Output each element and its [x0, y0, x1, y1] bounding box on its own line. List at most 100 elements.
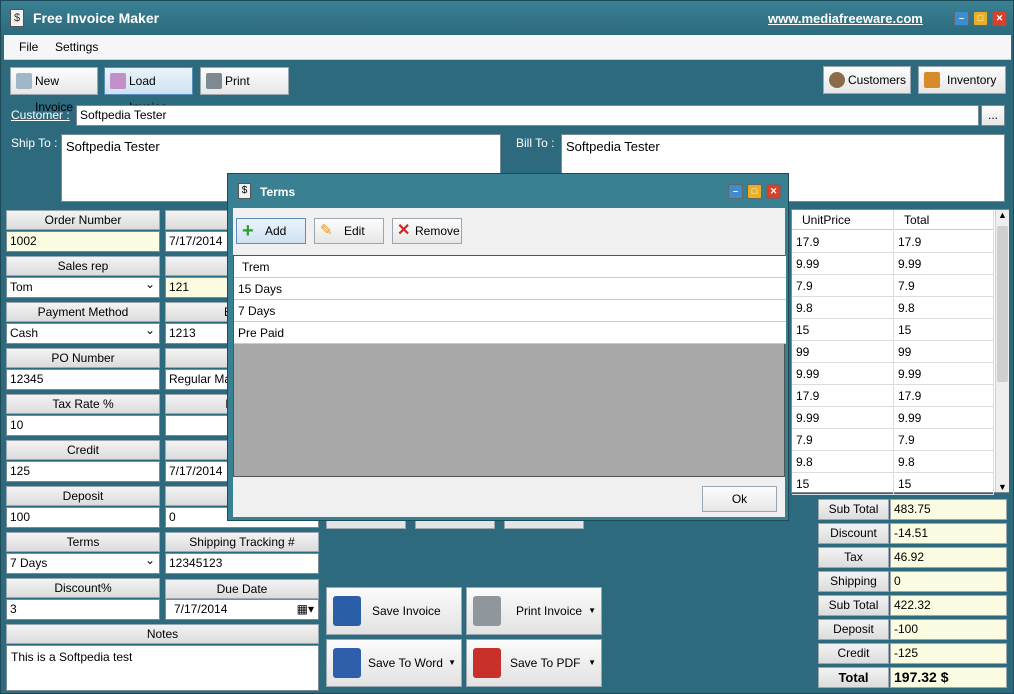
new-invoice-button[interactable]: New Invoice [10, 67, 98, 114]
print-button[interactable]: Print [200, 67, 289, 95]
scroll-up-icon[interactable]: ▲ [998, 210, 1007, 220]
grid-cell-unitprice[interactable]: 9.99 [792, 407, 894, 429]
summary-value[interactable]: -14.51 [890, 523, 1007, 544]
grid-cell-unitprice[interactable]: 9.8 [792, 451, 894, 473]
unitprice-header[interactable]: UnitPrice [792, 210, 894, 230]
customer-field[interactable]: Softpedia Tester [76, 105, 979, 126]
grid-cell-total[interactable]: 9.99 [894, 253, 994, 275]
customer-browse-button[interactable]: ... [981, 105, 1005, 126]
dialog-minimize-icon[interactable]: – [728, 184, 743, 199]
terms-list-item[interactable]: Pre Paid [234, 322, 786, 344]
grid-scrollbar[interactable]: ▲ ▼ [995, 210, 1009, 492]
sales-rep-label: Sales rep [6, 256, 160, 276]
deposit-field[interactable]: 100 [6, 507, 160, 528]
credit-label: Credit [6, 440, 160, 460]
print-label: Print [225, 74, 250, 88]
summary-value[interactable]: -125 [890, 643, 1007, 664]
print-invoice-label: Print Invoice [516, 604, 583, 618]
grid-cell-total[interactable]: 9.99 [894, 407, 994, 429]
terms-select[interactable]: 7 Days [6, 551, 160, 574]
grid-cell-unitprice[interactable]: 15 [792, 319, 894, 341]
ship-to-label: Ship To : [11, 136, 58, 150]
dialog-maximize-icon[interactable]: □ [747, 184, 762, 199]
edit-term-button[interactable]: ✎ Edit [314, 218, 384, 244]
summary-value[interactable]: 0 [890, 571, 1007, 592]
save-invoice-button[interactable]: Save Invoice [326, 587, 462, 635]
save-to-pdf-button[interactable]: Save To PDF ▼ [466, 639, 602, 687]
grid-cell-unitprice[interactable]: 9.99 [792, 363, 894, 385]
summary-label: Shipping [818, 571, 889, 592]
summary-value[interactable]: 422.32 [890, 595, 1007, 616]
grid-cell-total[interactable]: 17.9 [894, 385, 994, 407]
grid-cell-total[interactable]: 9.99 [894, 363, 994, 385]
tax-rate-field[interactable]: 10 [6, 415, 160, 436]
summary-value[interactable]: -100 [890, 619, 1007, 640]
tracking-field[interactable]: 12345123 [165, 553, 319, 574]
ok-button[interactable]: Ok [702, 486, 777, 512]
website-link[interactable]: www.mediafreeware.com [768, 11, 923, 26]
summary-value[interactable]: 197.32 $ [890, 667, 1007, 688]
remove-term-button[interactable]: ✕ Remove [392, 218, 462, 244]
sales-rep-select[interactable]: Tom [6, 275, 160, 298]
print-invoice-button[interactable]: Print Invoice ▼ [466, 587, 602, 635]
order-number-field[interactable]: 1002 [6, 231, 160, 252]
notes-field[interactable]: This is a Softpedia test [6, 645, 319, 691]
menu-settings[interactable]: Settings [55, 40, 98, 54]
terms-list-item[interactable]: 15 Days [234, 278, 786, 300]
menu-file[interactable]: File [19, 40, 38, 54]
tracking-label: Shipping Tracking # [165, 532, 319, 552]
discount-field[interactable]: 3 [6, 599, 160, 620]
summary-label: Sub Total [818, 499, 889, 520]
word-icon [333, 648, 361, 678]
grid-cell-unitprice[interactable]: 17.9 [792, 231, 894, 253]
add-term-button[interactable]: + Add [236, 218, 306, 244]
dropdown-arrow-icon[interactable]: ▼ [448, 640, 456, 686]
floppy-disk-icon [333, 596, 361, 626]
add-label: Add [265, 224, 287, 238]
dropdown-arrow-icon[interactable]: ▼ [588, 588, 596, 634]
grid-cell-total[interactable]: 9.8 [894, 297, 994, 319]
customers-button[interactable]: Customers [823, 66, 911, 94]
terms-list-item[interactable]: 7 Days [234, 300, 786, 322]
inventory-button[interactable]: Inventory [918, 66, 1006, 94]
grid-cell-unitprice[interactable]: 15 [792, 473, 894, 495]
customers-label: Customers [848, 73, 907, 87]
credit-field[interactable]: 125 [6, 461, 160, 482]
dropdown-arrow-icon[interactable]: ▼ [588, 640, 596, 686]
tax-rate-label: Tax Rate % [6, 394, 160, 414]
grid-cell-total[interactable]: 7.9 [894, 429, 994, 451]
grid-scroll-thumb[interactable] [997, 226, 1008, 382]
due-date-field[interactable]: 7/17/2014 ▦▾ [165, 599, 319, 620]
grid-cell-total[interactable]: 9.8 [894, 451, 994, 473]
customer-label[interactable]: Customer : [11, 108, 70, 122]
grid-cell-total[interactable]: 15 [894, 319, 994, 341]
title-bar[interactable]: $ Free Invoice Maker www.mediafreeware.c… [1, 1, 1013, 35]
total-header[interactable]: Total [894, 210, 994, 230]
terms-column-header[interactable]: Trem [234, 256, 786, 278]
calendar-icon[interactable]: ▦▾ [297, 600, 314, 619]
grid-cell-unitprice[interactable]: 17.9 [792, 385, 894, 407]
grid-cell-unitprice[interactable]: 7.9 [792, 429, 894, 451]
close-icon[interactable]: ✕ [992, 11, 1007, 26]
grid-cell-total[interactable]: 15 [894, 473, 994, 495]
grid-cell-total[interactable]: 99 [894, 341, 994, 363]
payment-method-select[interactable]: Cash [6, 321, 160, 344]
grid-cell-unitprice[interactable]: 99 [792, 341, 894, 363]
scroll-down-icon[interactable]: ▼ [998, 482, 1007, 492]
grid-cell-unitprice[interactable]: 7.9 [792, 275, 894, 297]
items-grid[interactable]: UnitPrice Total 17.9 17.9 9.99 9.99 7.9 7.9 9.… [791, 209, 1009, 495]
grid-cell-total[interactable]: 7.9 [894, 275, 994, 297]
grid-cell-unitprice[interactable]: 9.8 [792, 297, 894, 319]
summary-value[interactable]: 483.75 [890, 499, 1007, 520]
maximize-icon[interactable]: □ [973, 11, 988, 26]
dialog-close-icon[interactable]: ✕ [766, 184, 781, 199]
save-to-word-button[interactable]: Save To Word ▼ [326, 639, 462, 687]
terms-list[interactable]: Trem 15 Days 7 Days Pre Paid [233, 255, 786, 477]
summary-value[interactable]: 46.92 [890, 547, 1007, 568]
grid-cell-unitprice[interactable]: 9.99 [792, 253, 894, 275]
po-number-field[interactable]: 12345 [6, 369, 160, 390]
load-invoice-button[interactable]: Load Invoice [104, 67, 193, 114]
minimize-icon[interactable]: – [954, 11, 969, 26]
terms-label: Terms [6, 532, 160, 552]
grid-cell-total[interactable]: 17.9 [894, 231, 994, 253]
